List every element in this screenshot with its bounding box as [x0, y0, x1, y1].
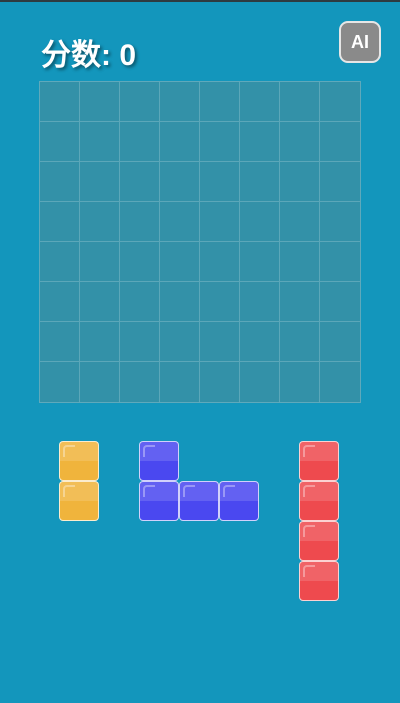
board-cell[interactable] — [40, 322, 80, 362]
board-cell[interactable] — [200, 202, 240, 242]
board-cell[interactable] — [320, 242, 360, 282]
score-value: 0 — [119, 39, 137, 72]
piece-block[interactable] — [59, 481, 99, 521]
score-display: 分数: 0 — [41, 30, 136, 74]
board-cell[interactable] — [120, 82, 160, 122]
board-cell[interactable] — [80, 162, 120, 202]
piece-block[interactable] — [59, 441, 99, 481]
board-cell[interactable] — [320, 282, 360, 322]
board-cell[interactable] — [240, 202, 280, 242]
board-cell[interactable] — [120, 202, 160, 242]
board-cell[interactable] — [280, 202, 320, 242]
game-board[interactable] — [39, 81, 361, 403]
piece-block[interactable] — [139, 481, 179, 521]
board-cell[interactable] — [280, 322, 320, 362]
board-cell[interactable] — [160, 82, 200, 122]
board-cell[interactable] — [40, 242, 80, 282]
board-cell[interactable] — [80, 322, 120, 362]
board-cell[interactable] — [120, 242, 160, 282]
board-cell[interactable] — [320, 202, 360, 242]
ai-button[interactable]: AI — [339, 21, 381, 63]
board-cell[interactable] — [40, 202, 80, 242]
board-cell[interactable] — [200, 322, 240, 362]
board-cell[interactable] — [280, 162, 320, 202]
board-cell[interactable] — [40, 362, 80, 402]
board-cell[interactable] — [240, 282, 280, 322]
board-cell[interactable] — [200, 282, 240, 322]
board-cell[interactable] — [80, 122, 120, 162]
board-cell[interactable] — [280, 122, 320, 162]
piece-block[interactable] — [219, 481, 259, 521]
board-cell[interactable] — [280, 242, 320, 282]
board-cell[interactable] — [120, 122, 160, 162]
top-edge — [0, 0, 400, 2]
piece-block[interactable] — [139, 441, 179, 481]
board-cell[interactable] — [80, 82, 120, 122]
board-cell[interactable] — [240, 362, 280, 402]
piece-block[interactable] — [299, 521, 339, 561]
board-cell[interactable] — [320, 82, 360, 122]
board-cell[interactable] — [120, 282, 160, 322]
board-cell[interactable] — [160, 162, 200, 202]
board-cell[interactable] — [160, 362, 200, 402]
board-cell[interactable] — [80, 242, 120, 282]
piece-block[interactable] — [299, 441, 339, 481]
board-cell[interactable] — [200, 122, 240, 162]
piece-block[interactable] — [299, 561, 339, 601]
board-cell[interactable] — [120, 162, 160, 202]
board-cell[interactable] — [80, 362, 120, 402]
board-cell[interactable] — [320, 122, 360, 162]
board-cell[interactable] — [240, 242, 280, 282]
board-cell[interactable] — [120, 362, 160, 402]
board-cell[interactable] — [280, 282, 320, 322]
board-cell[interactable] — [240, 82, 280, 122]
board-cell[interactable] — [160, 242, 200, 282]
board-cell[interactable] — [160, 282, 200, 322]
board-cell[interactable] — [160, 202, 200, 242]
board-cell[interactable] — [240, 322, 280, 362]
board-cell[interactable] — [80, 202, 120, 242]
score-label: 分数: — [41, 39, 111, 72]
board-cell[interactable] — [160, 122, 200, 162]
board-cell[interactable] — [280, 362, 320, 402]
piece-block[interactable] — [179, 481, 219, 521]
board-cell[interactable] — [240, 162, 280, 202]
board-cell[interactable] — [160, 322, 200, 362]
board-cell[interactable] — [40, 162, 80, 202]
board-cell[interactable] — [120, 322, 160, 362]
board-cell[interactable] — [320, 362, 360, 402]
piece-block[interactable] — [299, 481, 339, 521]
board-cell[interactable] — [200, 362, 240, 402]
board-cell[interactable] — [320, 162, 360, 202]
board-cell[interactable] — [40, 82, 80, 122]
board-cell[interactable] — [200, 162, 240, 202]
board-cell[interactable] — [240, 122, 280, 162]
board-cell[interactable] — [280, 82, 320, 122]
board-cell[interactable] — [80, 282, 120, 322]
board-cell[interactable] — [200, 242, 240, 282]
board-cell[interactable] — [40, 122, 80, 162]
board-cell[interactable] — [320, 322, 360, 362]
board-cell[interactable] — [200, 82, 240, 122]
board-cell[interactable] — [40, 282, 80, 322]
